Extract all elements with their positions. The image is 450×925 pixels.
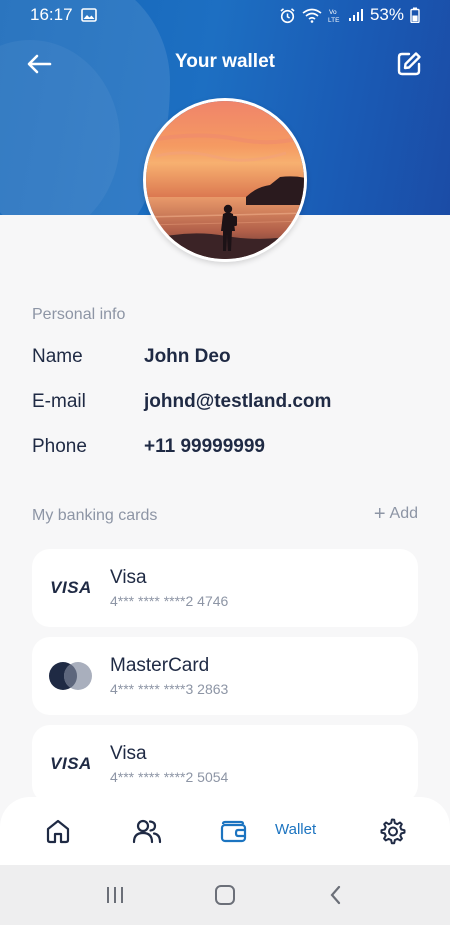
bottom-navigation: Wallet (0, 797, 450, 865)
nav-settings[interactable] (374, 813, 410, 849)
banking-cards-label: My banking cards (32, 507, 158, 524)
home-system-button[interactable] (203, 873, 247, 917)
page-title: Your wallet (175, 51, 275, 72)
card-number: 4*** **** ****3 2863 (110, 681, 229, 697)
info-key-name: Name (32, 346, 83, 367)
card-name: Visa (110, 743, 147, 764)
card-item-visa-1[interactable]: VISA Visa 4*** **** ****2 4746 (32, 549, 418, 627)
info-key-email: E-mail (32, 391, 86, 412)
svg-text:LTE: LTE (328, 17, 340, 23)
card-number: 4*** **** ****2 5054 (110, 769, 229, 785)
users-icon (132, 819, 162, 844)
card-name: MasterCard (110, 655, 210, 676)
add-card-label: Add (389, 505, 418, 522)
volte-icon: Vo LTE (328, 9, 340, 23)
system-navigation-bar (0, 865, 450, 925)
plus-icon: + (373, 503, 386, 525)
info-row-email: E-mail johnd@testland.com (32, 387, 422, 417)
card-item-visa-2[interactable]: VISA Visa 4*** **** ****2 5054 (32, 725, 418, 803)
avatar-photo (146, 101, 304, 259)
svg-text:Vo: Vo (329, 9, 337, 16)
battery-icon (410, 7, 420, 23)
info-value-name: John Deo (144, 346, 231, 367)
alarm-icon (280, 7, 295, 23)
visa-logo: VISA (50, 578, 92, 597)
signal-icon (348, 9, 363, 21)
edit-icon (397, 52, 421, 76)
profile-avatar[interactable] (143, 98, 307, 262)
nav-wallet-label[interactable]: Wallet (275, 821, 316, 838)
info-row-phone: Phone +11 99999999 (32, 432, 422, 462)
home-square-icon (215, 885, 235, 905)
nav-wallet[interactable] (215, 813, 251, 849)
recent-apps-icon (107, 887, 123, 903)
card-item-mastercard[interactable]: MasterCard 4*** **** ****3 2863 (32, 637, 418, 715)
wallet-icon (220, 820, 247, 843)
nav-home[interactable] (40, 813, 76, 849)
header-top-row: Your wallet (0, 45, 450, 83)
home-icon (46, 819, 70, 844)
back-system-button[interactable] (313, 873, 357, 917)
add-card-button[interactable]: + Add (373, 503, 418, 525)
status-time: 16:17 (30, 5, 73, 24)
info-row-name: Name John Deo (32, 342, 422, 372)
card-number: 4*** **** ****2 4746 (110, 593, 229, 609)
info-value-email: johnd@testland.com (144, 391, 332, 412)
personal-info-label: Personal info (32, 306, 126, 323)
info-key-phone: Phone (32, 436, 87, 457)
chevron-left-icon (330, 885, 341, 905)
card-name: Visa (110, 567, 147, 588)
gear-icon (380, 818, 406, 845)
battery-percent: 53% (369, 5, 404, 24)
visa-logo: VISA (50, 754, 92, 773)
recent-apps-button[interactable] (93, 873, 137, 917)
nav-contacts[interactable] (129, 813, 165, 849)
edit-button[interactable] (392, 47, 426, 81)
wifi-icon (302, 8, 322, 23)
status-bar: 16:17 Vo LTE 53% (0, 0, 450, 30)
image-notification-icon (80, 8, 97, 22)
info-value-phone: +11 99999999 (144, 436, 265, 457)
mastercard-logo-icon (49, 662, 92, 690)
